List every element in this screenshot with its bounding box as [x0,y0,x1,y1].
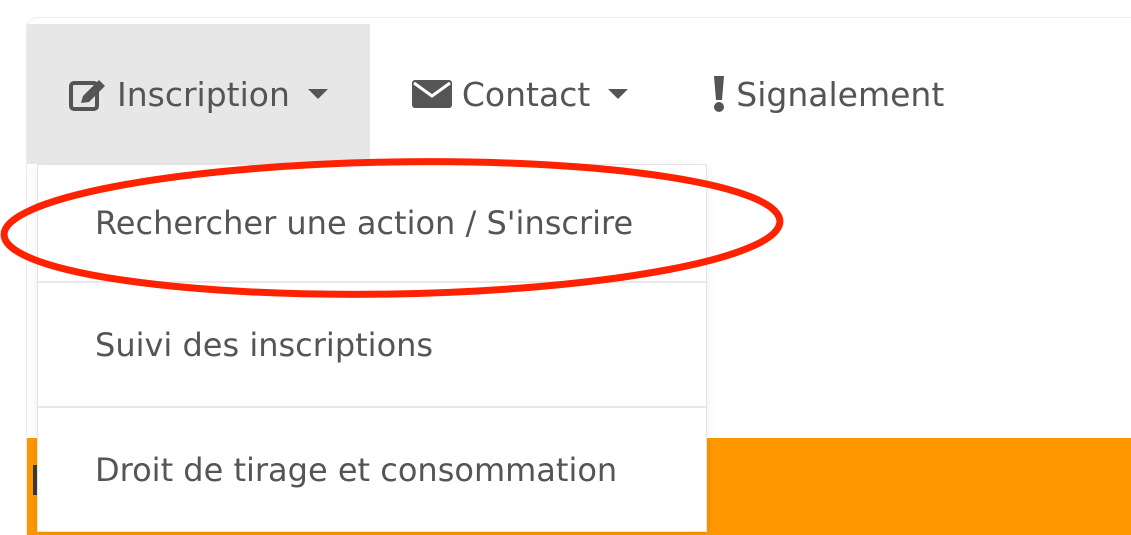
main-navbar: Inscription Contact Signalement [27,24,986,164]
menu-item-rechercher-action[interactable]: Rechercher une action / S'inscrire [38,165,706,281]
exclamation-icon [712,76,726,112]
nav-item-contact[interactable]: Contact [370,24,670,164]
nav-item-inscription[interactable]: Inscription [27,24,370,164]
nav-label-signalement: Signalement [736,74,945,114]
page-card: Inscription Contact Signalement Recherch… [27,18,1131,535]
edit-icon [69,77,107,111]
envelope-icon [411,80,452,108]
nav-label-contact: Contact [461,74,591,114]
chevron-down-icon [307,89,328,99]
chevron-down-icon [608,89,629,99]
nav-label-inscription: Inscription [117,74,290,114]
menu-item-suivi-inscriptions[interactable]: Suivi des inscriptions [38,281,706,406]
screenshot-stage: Inscription Contact Signalement Recherch… [0,0,1131,535]
menu-item-droit-tirage[interactable]: Droit de tirage et consommation [38,406,706,531]
nav-item-signalement[interactable]: Signalement [670,24,986,164]
inscription-dropdown-menu: Rechercher une action / S'inscrire Suivi… [37,164,707,532]
